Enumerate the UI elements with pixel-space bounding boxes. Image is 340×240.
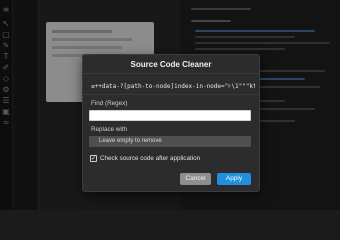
source-code-cleaner-dialog: Source Code Cleaner ≤++data-?[path-to-no…	[82, 54, 260, 192]
find-label: Find (Regex)	[91, 100, 128, 107]
check-source-checkbox[interactable]: ✓	[90, 155, 97, 162]
check-source-label: Check source code after application	[100, 155, 201, 162]
replace-label: Replace with	[91, 126, 128, 133]
selector-divider	[83, 94, 259, 95]
title-divider	[83, 73, 259, 74]
apply-button[interactable]: Apply	[217, 173, 251, 185]
find-regex-input[interactable]	[89, 110, 251, 121]
selector-pattern-text: ≤++data-?[path-to-node]index-in-node="⊦\…	[91, 83, 255, 90]
replace-with-input[interactable]: Leave empty to remove	[89, 136, 251, 147]
checkmark-icon: ✓	[91, 155, 97, 162]
replace-placeholder: Leave empty to remove	[99, 138, 162, 144]
dialog-title: Source Code Cleaner	[130, 60, 212, 69]
cancel-button[interactable]: Cancel	[180, 173, 211, 185]
